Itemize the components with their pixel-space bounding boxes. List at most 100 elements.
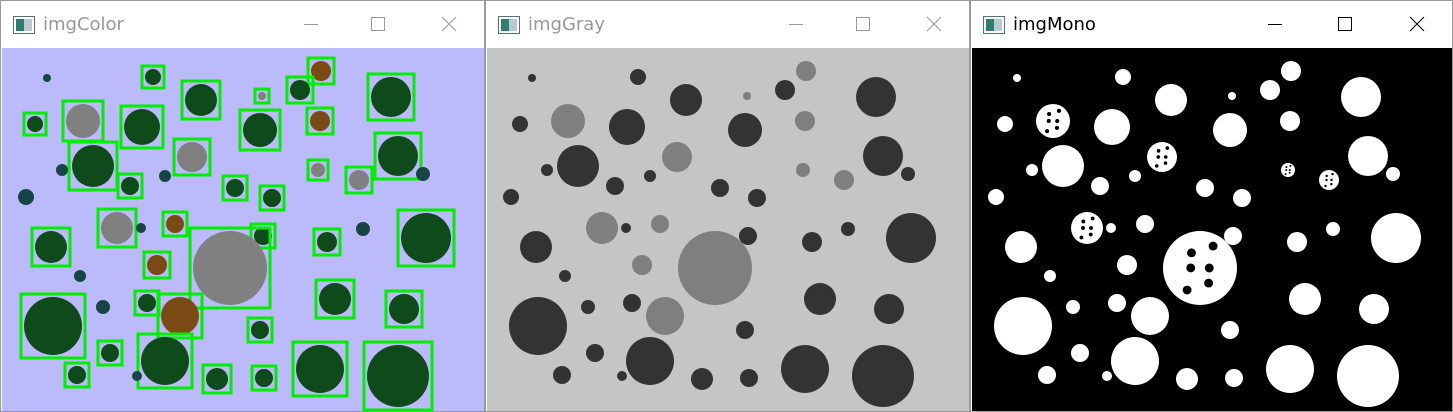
blob	[177, 142, 207, 172]
blob	[886, 213, 936, 263]
blob	[743, 92, 751, 100]
maximize-icon	[1338, 17, 1352, 31]
blob	[874, 294, 904, 324]
blob	[166, 215, 184, 233]
blob	[748, 189, 766, 207]
blob	[1102, 371, 1112, 381]
maximize-button[interactable]	[843, 6, 883, 42]
maximize-button[interactable]	[358, 6, 398, 42]
mono-noise	[1056, 108, 1062, 113]
blob	[623, 294, 641, 312]
blob	[1281, 61, 1301, 81]
blob	[145, 69, 161, 85]
blob	[863, 136, 903, 176]
image-canvas-color	[2, 48, 484, 411]
blob	[378, 136, 418, 176]
maximize-icon	[856, 17, 870, 31]
title-bar[interactable]: imgMono	[971, 1, 1452, 48]
blob	[795, 111, 815, 131]
blob	[739, 227, 757, 245]
image-canvas-gray	[487, 48, 969, 411]
mono-noise	[1081, 219, 1086, 224]
blob	[193, 231, 267, 305]
mono-noise	[1165, 146, 1170, 150]
blob	[310, 111, 330, 131]
mono-noise	[1289, 164, 1292, 167]
blob	[852, 345, 914, 407]
blob	[206, 368, 228, 390]
mono-noise	[1330, 182, 1333, 186]
blob	[557, 145, 599, 187]
mono-noise	[1088, 232, 1093, 237]
blob	[856, 77, 896, 117]
minimize-button[interactable]	[776, 6, 816, 42]
blob	[258, 92, 266, 100]
blob	[66, 104, 100, 138]
image-window-icon	[498, 16, 520, 34]
blob	[1176, 368, 1198, 390]
blob	[551, 104, 585, 138]
blob	[997, 116, 1013, 132]
blob	[1341, 77, 1381, 117]
title-bar[interactable]: imgColor	[1, 1, 484, 48]
mono-noise	[1285, 168, 1288, 171]
mono-noise	[1325, 178, 1328, 182]
blob	[1129, 170, 1141, 182]
blob	[389, 294, 419, 324]
minimize-button[interactable]	[1255, 6, 1295, 42]
mono-noise	[1054, 125, 1060, 130]
close-button[interactable]	[429, 6, 469, 42]
title-bar[interactable]: imgGray	[486, 1, 969, 48]
minimize-icon	[789, 24, 803, 25]
blob	[528, 74, 536, 82]
blob	[1326, 222, 1340, 236]
blob	[121, 177, 139, 195]
window-imgcolor[interactable]: imgColor	[0, 0, 485, 412]
blob	[1348, 136, 1388, 176]
blob	[1094, 109, 1130, 145]
window-imgmono[interactable]: imgMono	[970, 0, 1453, 412]
close-button[interactable]	[914, 6, 954, 42]
mono-noise	[1208, 241, 1218, 251]
blob	[296, 345, 344, 393]
close-button[interactable]	[1397, 6, 1437, 42]
mono-noise	[1330, 178, 1333, 182]
blob	[226, 179, 244, 197]
mono-noise	[1079, 235, 1084, 240]
blob	[1221, 321, 1239, 339]
blob	[804, 283, 836, 315]
minimize-button[interactable]	[291, 6, 331, 42]
blob	[678, 231, 752, 305]
maximize-icon	[371, 17, 385, 31]
blob	[311, 163, 325, 177]
blob	[101, 344, 119, 362]
blob	[1005, 231, 1037, 263]
blob	[1266, 345, 1314, 393]
blob	[356, 222, 370, 236]
blob	[775, 80, 795, 100]
maximize-button[interactable]	[1325, 6, 1365, 42]
blob	[1013, 74, 1021, 82]
blob	[802, 232, 822, 252]
blob	[27, 116, 43, 132]
blob	[141, 337, 189, 385]
blob	[796, 61, 816, 81]
blob	[691, 368, 713, 390]
blob	[1287, 232, 1307, 252]
mono-noise	[1154, 164, 1159, 168]
blob	[185, 84, 217, 116]
blob	[161, 297, 199, 335]
blob	[1228, 92, 1236, 100]
blob	[520, 231, 552, 263]
blob	[740, 369, 758, 387]
blob	[1233, 189, 1251, 207]
blob	[503, 189, 519, 205]
mono-noise	[1163, 161, 1168, 165]
blob	[541, 164, 553, 176]
mono-noise	[1156, 149, 1161, 153]
window-imggray[interactable]: imgGray	[485, 0, 970, 412]
mono-noise	[1331, 172, 1334, 176]
blob	[290, 80, 310, 100]
mono-noise	[1045, 129, 1050, 134]
blob	[124, 109, 160, 145]
